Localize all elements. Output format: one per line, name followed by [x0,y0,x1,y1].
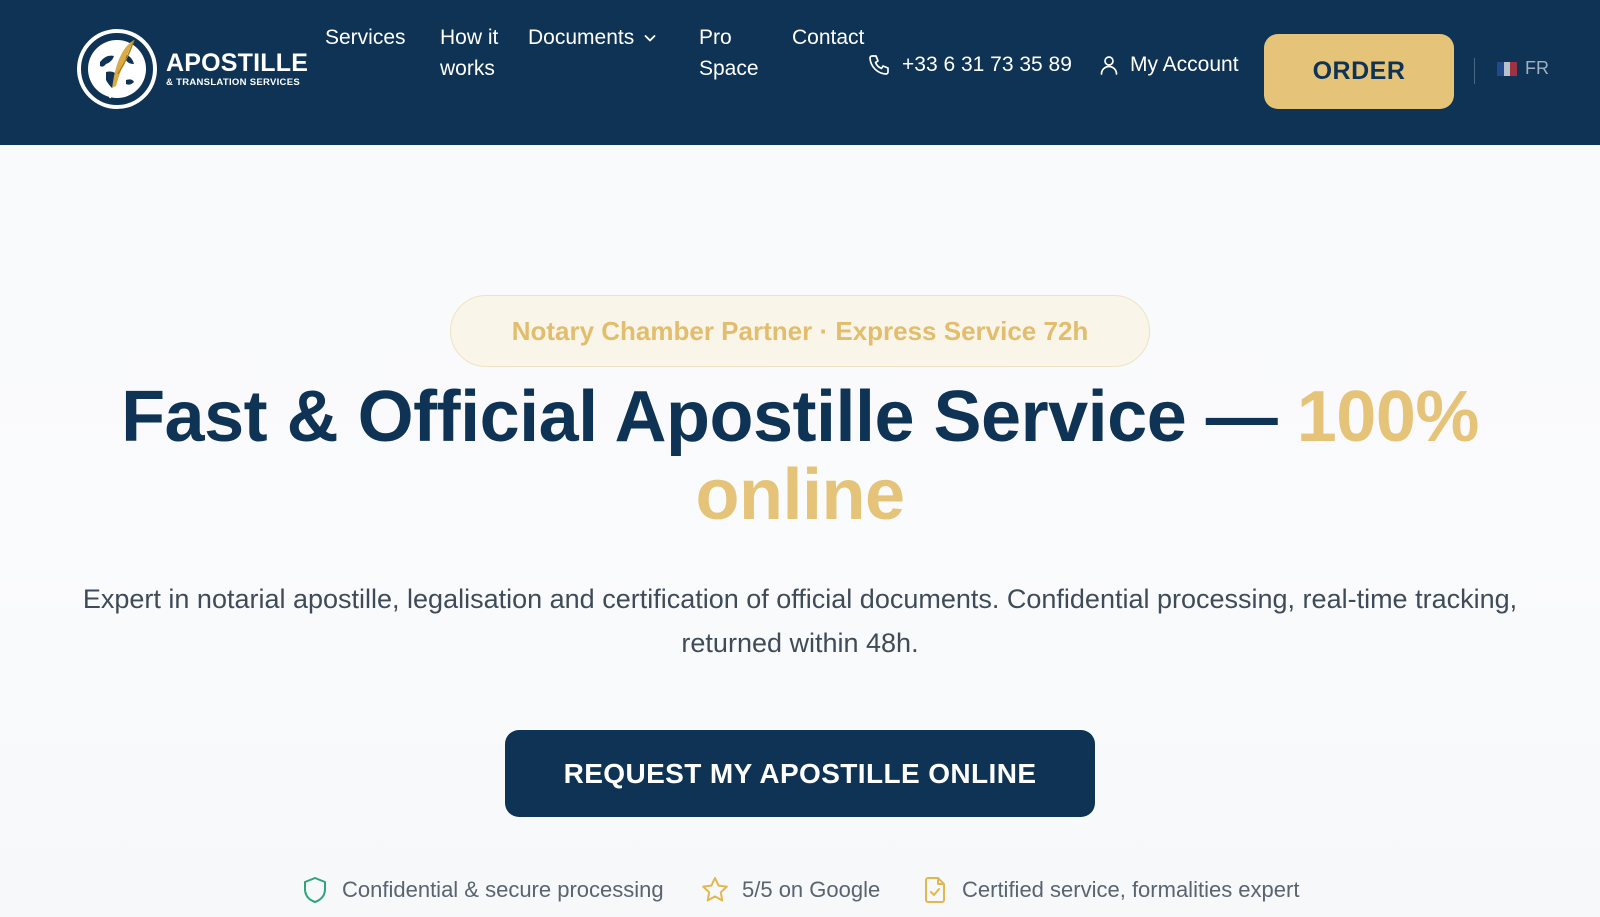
hero-subtitle: Expert in notarial apostille, legalisati… [82,584,1518,658]
nav-services[interactable]: Services [325,22,406,53]
language-switcher[interactable]: FR [1497,58,1549,79]
logo[interactable]: APOSTILLE & TRANSLATION SERVICES [76,28,308,110]
page: APOSTILLE & TRANSLATION SERVICES Service… [0,0,1600,917]
shield-icon [304,877,326,903]
trust-item-secure: Confidential & secure processing [300,875,664,905]
phone-link[interactable]: +33 6 31 73 35 89 [867,53,1072,77]
star-icon [702,877,728,902]
logo-title: APOSTILLE [166,49,309,77]
headline-main: Fast & Official Apostille Service — [121,377,1297,457]
trust-item-certified: Certified service, formalities expert [920,875,1299,905]
site-header: APOSTILLE & TRANSLATION SERVICES Service… [0,0,1600,145]
order-button[interactable]: ORDER [1264,34,1454,109]
phone-icon [869,55,889,75]
trust-label: Confidential & secure processing [342,877,664,902]
hero-headline: Fast & Official Apostille Service — 100%… [60,378,1540,534]
nav-documents[interactable]: Documents [528,22,657,53]
header-divider [1474,58,1475,84]
request-apostille-button[interactable]: REQUEST MY APOSTILLE ONLINE [505,730,1095,817]
my-account-label: My Account [1130,53,1239,76]
nav-how-it-works[interactable]: How it works [440,22,510,84]
chevron-down-icon [644,34,656,41]
partner-badge: Notary Chamber Partner · Express Service… [450,295,1150,367]
trust-item-google: 5/5 on Google [700,875,880,905]
language-code: FR [1525,58,1549,78]
user-icon [1100,56,1118,75]
trust-label: Certified service, formalities expert [962,877,1300,902]
french-flag-icon [1497,61,1518,76]
nav-pro-space[interactable]: Pro Space [699,22,771,84]
document-check-icon [925,877,945,903]
phone-number: +33 6 31 73 35 89 [902,53,1072,76]
my-account-link[interactable]: My Account [1098,53,1239,77]
trust-label: 5/5 on Google [742,877,881,902]
logo-globe-quill-icon [77,29,157,109]
nav-contact[interactable]: Contact [792,22,864,53]
nav-documents-label: Documents [528,26,635,49]
logo-subtitle: & TRANSLATION SERVICES [166,77,300,88]
